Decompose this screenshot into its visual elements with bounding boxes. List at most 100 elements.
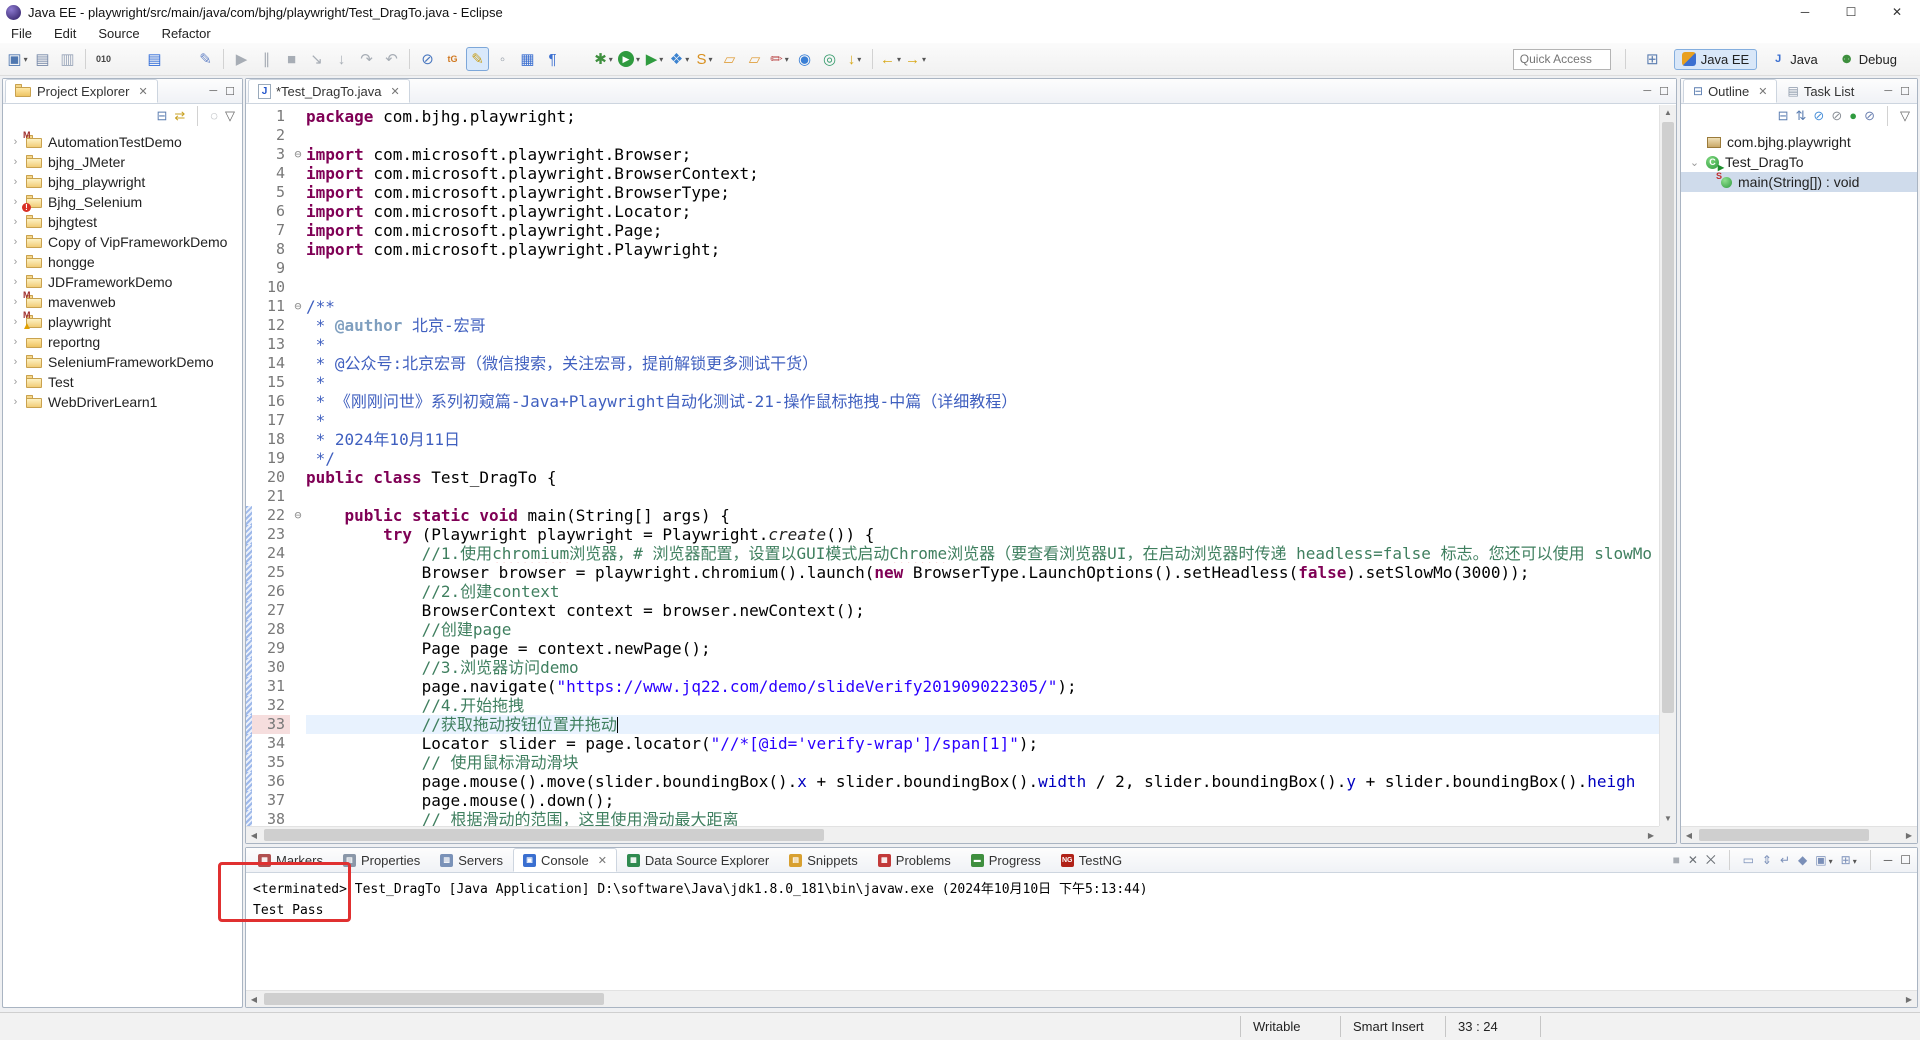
collapse-all-icon[interactable]: ⊟ [156, 108, 167, 124]
scroll-down-icon[interactable]: ▼ [1660, 811, 1676, 826]
remove-all-launches-icon[interactable]: ⨉ [1706, 853, 1716, 868]
outline-horizontal-scrollbar[interactable]: ◀ ▶ [1681, 826, 1917, 843]
word-wrap-icon[interactable]: ↵ [1780, 853, 1790, 867]
line-number[interactable]: 17 [252, 411, 290, 430]
line-number[interactable]: 8 [252, 240, 290, 259]
line-number[interactable]: 38 [252, 810, 290, 826]
code-text[interactable]: page.mouse().down(); [306, 791, 1659, 810]
skip-breakpoints-icon[interactable]: ⊘ [416, 47, 439, 71]
code-text[interactable]: import com.microsoft.playwright.BrowserT… [306, 183, 1659, 202]
pencil-icon[interactable]: ✎ [194, 47, 217, 71]
save-all-icon[interactable]: ▥ [56, 47, 79, 71]
menu-refactor[interactable]: Refactor [151, 26, 222, 41]
scroll-left-icon[interactable]: ◀ [246, 991, 262, 1008]
code-area[interactable]: 1package com.bjhg.playwright;23⊖import c… [246, 107, 1659, 826]
menu-file[interactable]: File [0, 26, 43, 41]
close-icon[interactable]: ✕ [138, 85, 147, 98]
expand-chevron-icon[interactable]: › [10, 176, 21, 188]
code-text[interactable]: page.navigate("https://www.jq22.com/demo… [306, 677, 1659, 696]
link-with-editor-icon[interactable]: ⇄ [174, 108, 185, 124]
line-number[interactable]: 18 [252, 430, 290, 449]
code-text[interactable]: public class Test_DragTo { [306, 468, 1659, 487]
sort-icon[interactable]: ⇅ [1796, 108, 1807, 124]
scrollbar-thumb[interactable] [1699, 829, 1869, 841]
web-search-icon[interactable]: ◎ [818, 47, 841, 71]
hide-fields-icon[interactable]: ⊘ [1813, 108, 1824, 124]
tab-console[interactable]: ▣Console✕ [513, 848, 617, 872]
web-service-icon[interactable]: S▾ [693, 47, 716, 71]
tab-snippets[interactable]: ▤Snippets [779, 848, 868, 872]
tree-item-test[interactable]: ›Test [3, 372, 242, 392]
maximize-view-icon[interactable]: ☐ [1900, 853, 1911, 867]
line-number[interactable]: 34 [252, 734, 290, 753]
tab-data-source-explorer[interactable]: ▦Data Source Explorer [617, 848, 779, 872]
pin-console-icon[interactable]: ◆ [1798, 853, 1807, 867]
minimize-view-icon[interactable]: ─ [209, 85, 217, 97]
tree-item-bjhg-selenium[interactable]: ›!Bjhg_Selenium [3, 192, 242, 212]
line-number[interactable]: 35 [252, 753, 290, 772]
line-number[interactable]: 9 [252, 259, 290, 278]
expand-chevron-icon[interactable]: › [10, 216, 21, 228]
code-text[interactable]: import com.microsoft.playwright.Locator; [306, 202, 1659, 221]
tab-task-list[interactable]: ▤Task List [1777, 79, 1864, 103]
minimize-view-icon[interactable]: ─ [1884, 85, 1892, 97]
line-number[interactable]: 22 [252, 506, 290, 525]
line-number[interactable]: 33 [252, 715, 290, 734]
new-web-wizard-icon[interactable]: ❖▾ [668, 47, 691, 71]
hide-static-icon[interactable]: ⊘ [1831, 108, 1842, 124]
hide-non-public-icon[interactable]: ● [1849, 108, 1857, 123]
coverage-icon[interactable]: ▶▾ [643, 47, 666, 71]
code-text[interactable]: BrowserContext context = browser.newCont… [306, 601, 1659, 620]
menu-edit[interactable]: Edit [43, 26, 87, 41]
expand-chevron-icon[interactable]: › [10, 236, 21, 248]
tree-item-webdriverlearn1[interactable]: ›WebDriverLearn1 [3, 392, 242, 412]
code-text[interactable]: //3.浏览器访问demo [306, 658, 1659, 677]
tab-outline[interactable]: ⊟Outline✕ [1683, 79, 1777, 103]
code-text[interactable]: /** [306, 297, 1659, 316]
editor-vertical-scrollbar[interactable]: ▲ ▼ [1659, 105, 1676, 826]
line-number[interactable]: 24 [252, 544, 290, 563]
open-console-icon[interactable]: ⊞▾ [1841, 853, 1857, 867]
code-text[interactable]: try (Playwright playwright = Playwright.… [306, 525, 1659, 544]
line-number[interactable]: 23 [252, 525, 290, 544]
tree-item-bjhg-jmeter[interactable]: ›bjhg_JMeter [3, 152, 242, 172]
code-text[interactable]: //创建page [306, 620, 1659, 639]
expand-chevron-icon[interactable]: › [10, 196, 21, 208]
tree-item-automationtestdemo[interactable]: ›MAutomationTestDemo [3, 132, 242, 152]
tab-project-explorer[interactable]: Project Explorer ✕ [5, 79, 158, 103]
outline-node-class[interactable]: ⌄C▶Test_DragTo [1681, 152, 1917, 172]
expand-chevron-icon[interactable]: › [10, 376, 21, 388]
scroll-right-icon[interactable]: ▶ [1901, 991, 1917, 1008]
hide-local-types-icon[interactable]: ⊘ [1864, 108, 1875, 124]
scrollbar-thumb[interactable] [264, 829, 824, 841]
back-icon[interactable]: ←▾ [879, 47, 902, 71]
tab-servers[interactable]: ▥Servers [430, 848, 513, 872]
code-text[interactable]: * @author 北京-宏哥 [306, 316, 1659, 335]
code-text[interactable]: //1.使用chromium浏览器，# 浏览器配置，设置以GUI模式启动Chro… [306, 544, 1659, 563]
fold-collapse-icon[interactable]: ⊖ [290, 506, 306, 525]
line-number[interactable]: 13 [252, 335, 290, 354]
line-number[interactable]: 5 [252, 183, 290, 202]
dropdown-arrow-icon[interactable]: ▾ [685, 55, 689, 64]
mark-occurrences-icon[interactable]: ✎ [466, 47, 489, 71]
expand-chevron-icon[interactable]: › [10, 316, 21, 328]
outline-node-method[interactable]: Smain(String[]) : void [1681, 172, 1917, 192]
clear-console-icon[interactable]: ▭ [1743, 853, 1754, 867]
resume-icon[interactable]: ▶ [230, 47, 253, 71]
code-text[interactable]: page.mouse().move(slider.boundingBox().x… [306, 772, 1659, 791]
dropdown-arrow-icon[interactable]: ▾ [1829, 857, 1833, 866]
code-text[interactable]: //获取拖动按钮位置并拖动 [306, 715, 1659, 734]
console-output-area[interactable]: <terminated> Test_DragTo [Java Applicati… [246, 874, 1917, 992]
tree-item-hongge[interactable]: ›hongge [3, 252, 242, 272]
expand-chevron-icon[interactable]: › [10, 136, 21, 148]
code-text[interactable]: * 2024年10月11日 [306, 430, 1659, 449]
tree-item-bjhg-playwright[interactable]: ›bjhg_playwright [3, 172, 242, 192]
tab-testng[interactable]: NGTestNG [1051, 848, 1132, 872]
expand-chevron-icon[interactable]: › [10, 276, 21, 288]
code-text[interactable]: * [306, 373, 1659, 392]
line-number[interactable]: 20 [252, 468, 290, 487]
code-text[interactable] [306, 126, 1659, 145]
code-text[interactable]: * 《刚刚问世》系列初窥篇-Java+Playwright自动化测试-21-操作… [306, 392, 1659, 411]
open-table-icon[interactable]: ▦ [516, 47, 539, 71]
focus-icon[interactable]: ◌ [210, 108, 218, 123]
